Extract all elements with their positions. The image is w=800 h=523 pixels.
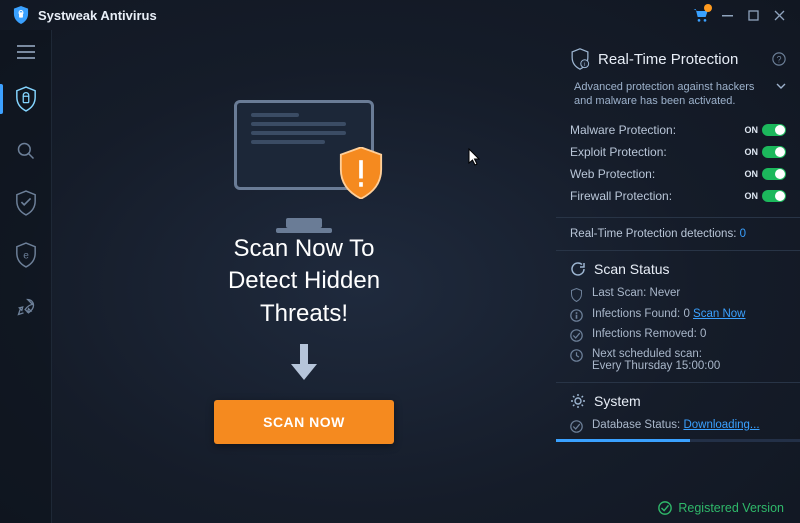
next-scan: Next scheduled scan: Every Thursday 15:0… <box>570 348 786 372</box>
infections-removed: Infections Removed: 0 <box>570 328 786 342</box>
check-circle-icon <box>570 329 584 342</box>
sidebar-item-privacy[interactable]: e <box>0 232 52 278</box>
refresh-icon <box>570 261 586 277</box>
rt-title: Real-Time Protection <box>598 51 738 68</box>
sidebar-item-protection[interactable] <box>0 180 52 226</box>
download-progress <box>556 439 800 442</box>
check-circle-icon <box>658 501 672 515</box>
titlebar: Systweak Antivirus <box>0 0 800 30</box>
minimize-button[interactable] <box>714 2 740 28</box>
shield-check-icon <box>570 288 584 302</box>
close-button[interactable] <box>766 2 792 28</box>
system-title: System <box>594 393 641 409</box>
registered-badge: Registered Version <box>658 501 784 515</box>
sidebar: e <box>0 30 52 523</box>
shield-warning-icon <box>339 147 383 199</box>
sidebar-item-home[interactable] <box>0 76 52 122</box>
arrow-down-icon <box>289 344 319 382</box>
scan-status-header: Scan Status <box>570 261 786 277</box>
info-icon <box>570 309 584 322</box>
rt-item-web: Web Protection:ON <box>570 163 786 185</box>
db-status: Database Status: Downloading... <box>570 419 786 433</box>
toggle-web[interactable] <box>762 168 786 180</box>
sidebar-item-boost[interactable] <box>0 284 52 330</box>
maximize-button[interactable] <box>740 2 766 28</box>
toggle-exploit[interactable] <box>762 146 786 158</box>
clock-icon <box>570 349 584 362</box>
help-icon[interactable]: ? <box>772 52 786 66</box>
gear-icon <box>570 393 586 409</box>
scan-now-link[interactable]: Scan Now <box>693 308 745 320</box>
shield-info-icon: i <box>570 48 590 70</box>
cursor-icon <box>468 148 482 168</box>
svg-text:i: i <box>584 62 585 68</box>
rt-detections: Real-Time Protection detections: 0 <box>570 228 786 240</box>
scan-status-title: Scan Status <box>594 261 670 277</box>
scan-now-button[interactable]: SCAN NOW <box>214 400 394 444</box>
rt-item-exploit: Exploit Protection:ON <box>570 141 786 163</box>
svg-text:?: ? <box>777 55 782 65</box>
infections-found: Infections Found: 0 Scan Now <box>570 308 786 322</box>
side-panel: i Real-Time Protection ? Advanced protec… <box>556 30 800 523</box>
sidebar-item-scan[interactable] <box>0 128 52 174</box>
main-content: Scan Now To Detect Hidden Threats! SCAN … <box>52 30 556 523</box>
app-shield-icon <box>12 6 30 24</box>
cart-icon[interactable] <box>688 2 714 28</box>
toggle-firewall[interactable] <box>762 190 786 202</box>
rt-item-malware: Malware Protection:ON <box>570 119 786 141</box>
db-status-value[interactable]: Downloading... <box>683 419 759 431</box>
monitor-illustration <box>234 100 374 233</box>
toggle-malware[interactable] <box>762 124 786 136</box>
chevron-down-icon[interactable] <box>776 81 786 109</box>
rt-protection-header: i Real-Time Protection ? <box>570 48 786 70</box>
check-circle-icon <box>570 420 584 433</box>
headline: Scan Now To Detect Hidden Threats! <box>228 233 380 330</box>
rt-desc: Advanced protection against hackers and … <box>574 80 770 109</box>
system-header: System <box>570 393 786 409</box>
hamburger-icon[interactable] <box>0 34 52 70</box>
rt-item-firewall: Firewall Protection:ON <box>570 185 786 207</box>
last-scan: Last Scan: Never <box>570 287 786 302</box>
svg-text:e: e <box>23 251 29 262</box>
app-title: Systweak Antivirus <box>38 8 157 23</box>
